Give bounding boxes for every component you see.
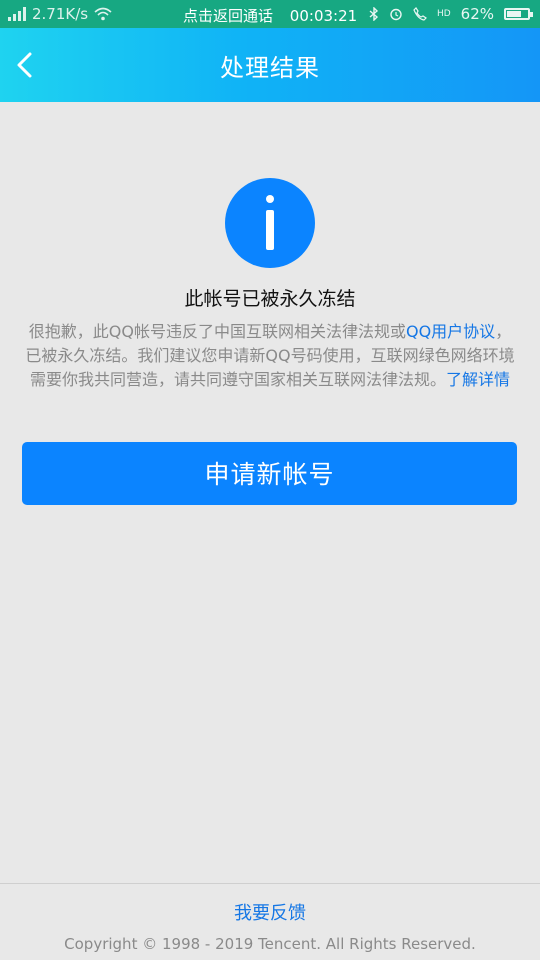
status-time: 00:03:21 [289,7,358,25]
hd-icon: HD [436,9,451,19]
info-icon [225,178,315,268]
network-speed: 2.71K/s [32,5,89,23]
nav-header: 处理结果 [0,28,540,102]
call-icon [413,7,427,21]
signal-icon [8,7,26,21]
notice-text-part1: 很抱歉，此QQ帐号违反了中国互联网相关法律法规或 [28,322,406,341]
battery-percent: 62% [460,5,494,23]
page-title: 处理结果 [220,54,320,82]
status-right: HD 62% [369,5,533,23]
alarm-icon [390,8,402,21]
footer-divider [0,883,540,884]
qq-user-agreement-link[interactable]: QQ用户协议 [406,322,495,341]
copyright-text: Copyright © 1998 - 2019 Tencent. All Rig… [64,935,476,953]
bluetooth-icon [369,7,378,21]
status-left: 2.71K/s [8,5,112,23]
apply-new-account-button[interactable]: 申请新帐号 [22,442,517,505]
wifi-icon [94,7,112,21]
status-bar: 2.71K/s 点击返回通话 00:03:21 HD 62% [0,0,540,28]
notice-heading: 此帐号已被永久冻结 [184,288,356,310]
learn-more-link[interactable]: 了解详情 [446,370,510,389]
notice-description: 很抱歉，此QQ帐号违反了中国互联网相关法律法规或QQ用户协议，已被永久冻结。我们… [22,320,518,392]
return-to-call-label: 点击返回通话 [183,7,274,25]
battery-icon [504,8,533,20]
feedback-link[interactable]: 我要反馈 [0,899,540,925]
return-to-call[interactable]: 点击返回通话 00:03:21 [183,5,357,26]
